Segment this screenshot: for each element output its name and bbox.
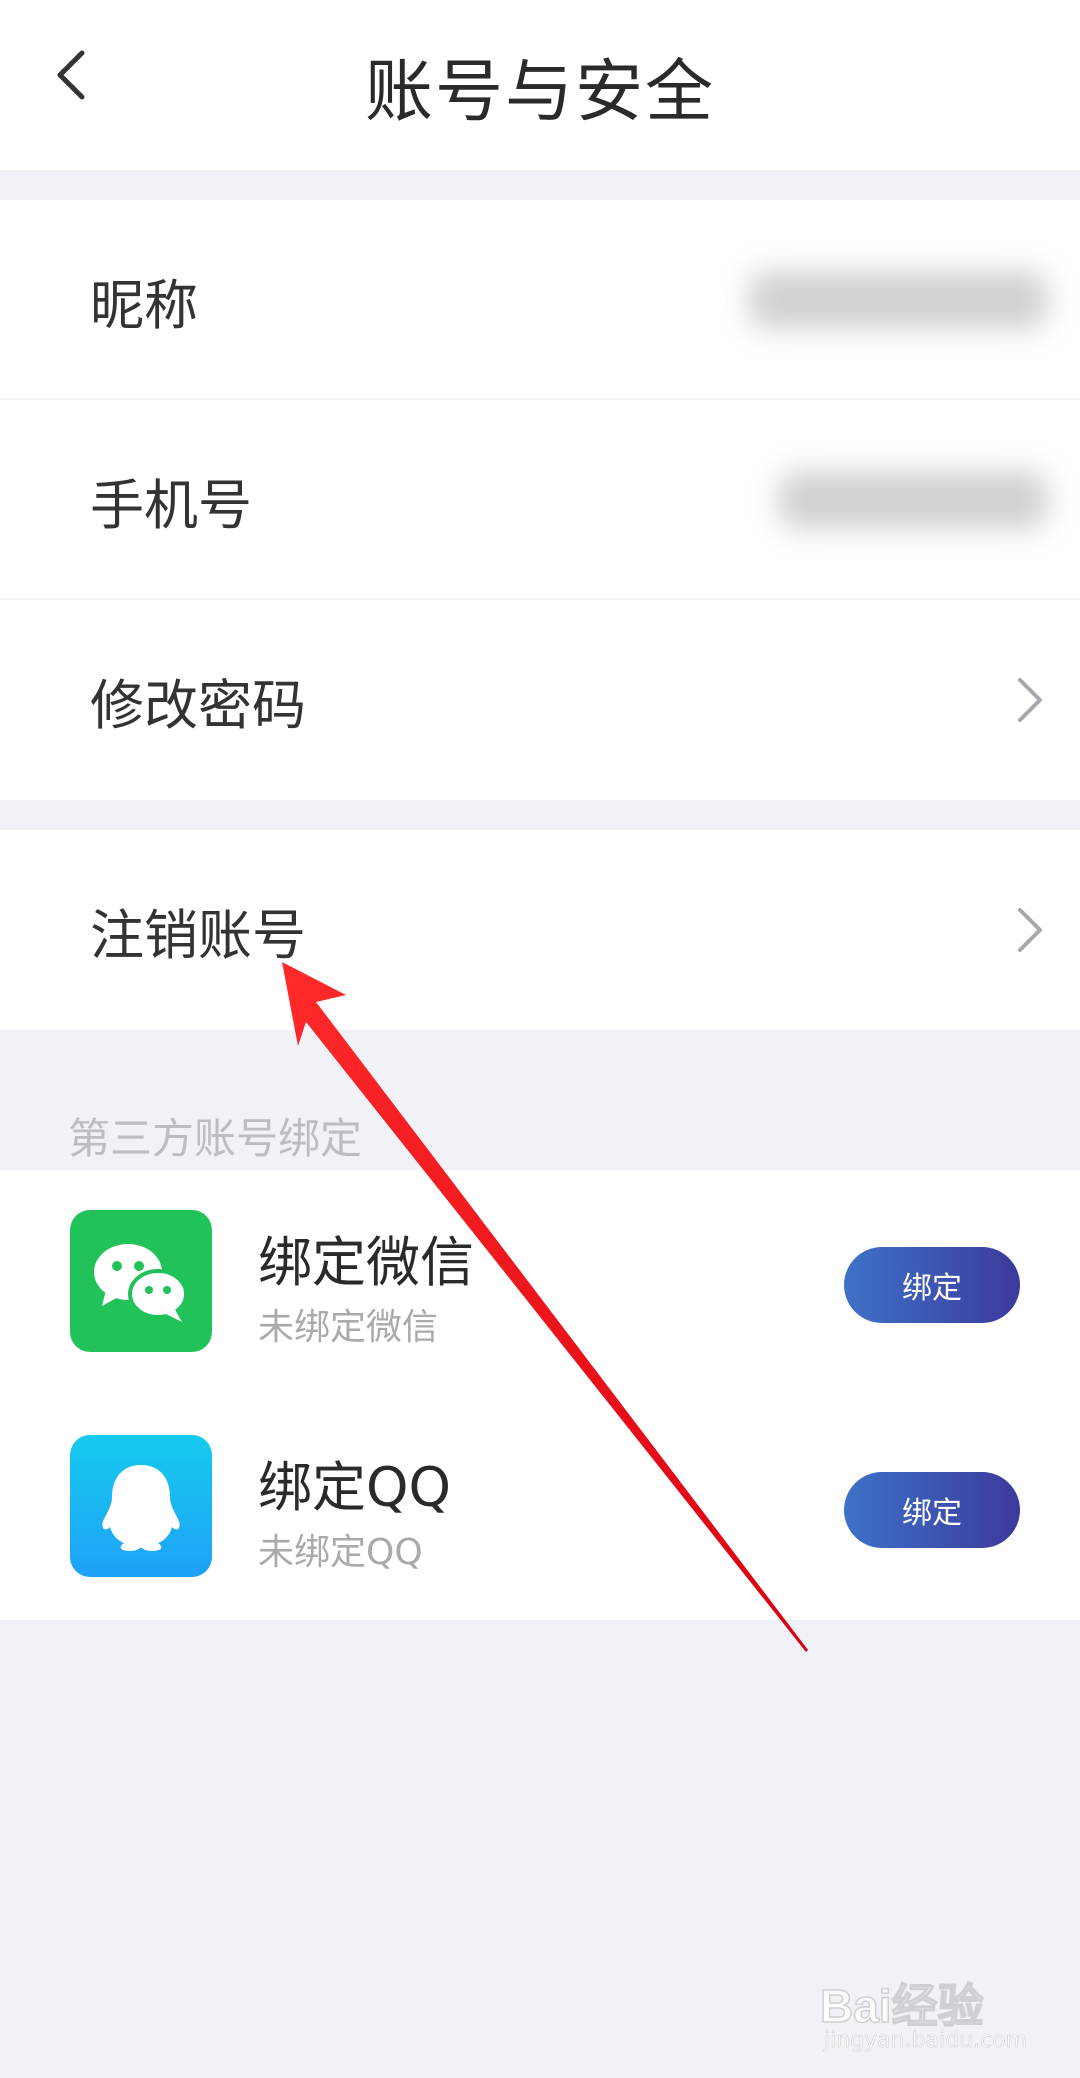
phone-value-blurred <box>778 471 1048 529</box>
bind-wechat-status: 未绑定微信 <box>258 1307 439 1348</box>
page-title: 账号与安全 <box>364 52 715 132</box>
phone-row[interactable]: 手机号 <box>0 400 1080 600</box>
third-party-section-label: 第三方账号绑定 <box>68 1114 363 1163</box>
wechat-logo <box>94 1244 188 1322</box>
cancel-account-row[interactable]: 注销账号 <box>0 830 1080 1030</box>
qq-icon <box>70 1435 212 1577</box>
change-password-label: 修改密码 <box>90 673 306 737</box>
account-security-page: 账号与安全 昵称 手机号 修改密码 注销账号 第三方账号绑定 绑定微信 未绑定微… <box>0 0 1080 2078</box>
cancel-account-label: 注销账号 <box>90 903 306 967</box>
qq-logo <box>102 1465 180 1551</box>
bind-wechat-row: 绑定微信 未绑定微信 绑定 <box>0 1170 1080 1395</box>
chevron-right-icon <box>1018 908 1042 952</box>
bind-qq-button[interactable]: 绑定 <box>844 1472 1020 1548</box>
change-password-row[interactable]: 修改密码 <box>0 600 1080 800</box>
bind-qq-status: 未绑定QQ <box>258 1532 423 1573</box>
phone-label: 手机号 <box>90 473 252 537</box>
chevron-right-icon <box>1018 678 1042 722</box>
watermark-brand: Bai经验 <box>819 1979 984 2033</box>
bind-qq-row: 绑定QQ 未绑定QQ 绑定 <box>0 1395 1080 1620</box>
watermark-url: jingyan.baidu.com <box>824 2028 1028 2054</box>
wechat-icon <box>70 1210 212 1352</box>
bind-qq-title: 绑定QQ <box>258 1456 452 1519</box>
bind-wechat-button[interactable]: 绑定 <box>844 1247 1020 1323</box>
top-bar: 账号与安全 <box>0 0 1080 170</box>
nickname-label: 昵称 <box>90 273 198 337</box>
nickname-value-blurred <box>748 271 1048 329</box>
nickname-row[interactable]: 昵称 <box>0 200 1080 400</box>
baidu-jingyan-watermark: Bai经验 jingyan.baidu.com <box>819 1962 1050 2058</box>
bind-wechat-title: 绑定微信 <box>258 1231 474 1294</box>
